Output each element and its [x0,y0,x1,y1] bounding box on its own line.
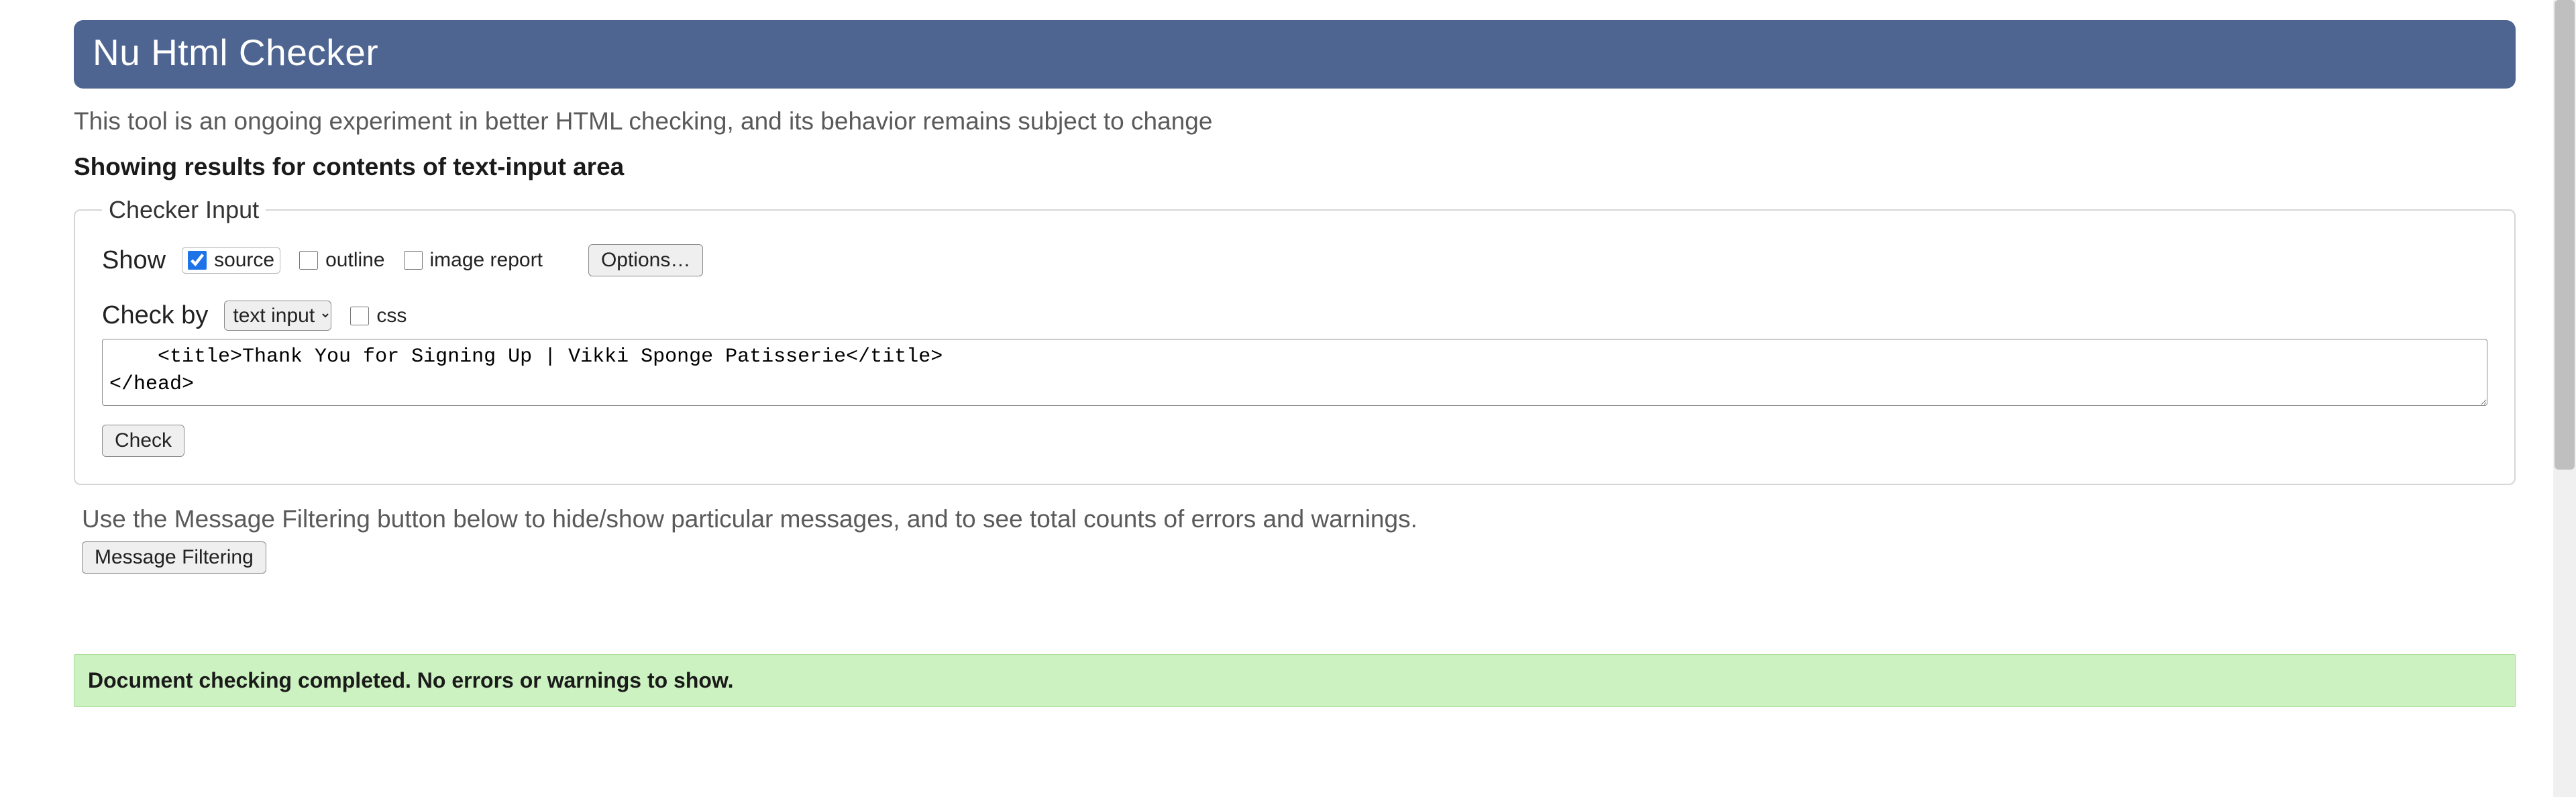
check-button[interactable]: Check [102,425,184,457]
page-title: Nu Html Checker [93,31,2497,74]
show-image-report-label: image report [430,249,543,272]
options-button[interactable]: Options… [588,244,703,276]
show-image-report-checkbox[interactable] [404,251,423,270]
show-source-label: source [214,249,274,272]
tagline-text: This tool is an ongoing experiment in be… [74,107,2516,136]
message-filtering-hint: Use the Message Filtering button below t… [82,505,2516,533]
show-outline-checkbox[interactable] [299,251,318,270]
css-label: css [376,305,407,327]
show-outline-label: outline [325,249,384,272]
result-success-bar: Document checking completed. No errors o… [74,654,2516,707]
show-source-checkbox[interactable] [188,251,207,270]
css-checkbox[interactable] [350,307,369,325]
header-banner: Nu Html Checker [74,20,2516,89]
checker-input-legend: Checker Input [102,196,266,224]
source-textarea[interactable] [102,339,2487,406]
checker-input-fieldset: Checker Input Show source outline image … [74,196,2516,485]
show-source-option[interactable]: source [182,247,280,274]
show-outline-option[interactable]: outline [297,249,384,272]
check-by-label: Check by [102,301,208,330]
show-label: Show [102,246,166,275]
message-filtering-button[interactable]: Message Filtering [82,541,266,574]
vertical-scrollbar-thumb[interactable] [2555,0,2575,470]
css-option[interactable]: css [347,305,407,327]
vertical-scrollbar-track[interactable] [2553,0,2576,797]
results-heading: Showing results for contents of text-inp… [74,153,2516,181]
check-by-select[interactable]: text input [224,301,331,331]
show-image-report-option[interactable]: image report [401,249,543,272]
